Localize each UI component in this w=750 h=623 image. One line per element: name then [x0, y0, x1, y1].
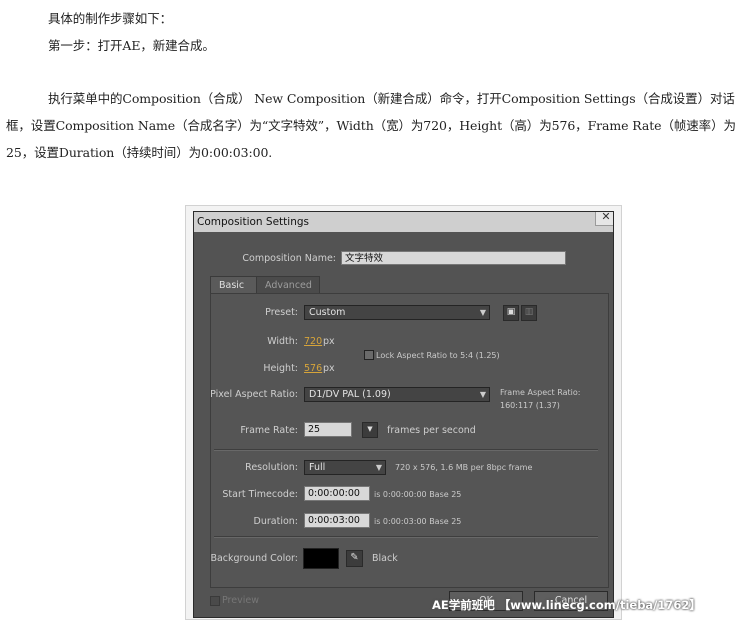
- pixel-aspect-label: Pixel Aspect Ratio:: [210, 389, 298, 400]
- resolution-label: Resolution:: [245, 462, 298, 473]
- duration-info: is 0:00:03:00 Base 25: [374, 517, 462, 526]
- pixel-aspect-dropdown[interactable]: D1/DV PAL (1.09) ▼: [304, 387, 490, 402]
- instruction-paragraph: 执行菜单中的Composition（合成） New Composition（新建…: [6, 91, 736, 160]
- height-label: Height:: [263, 363, 298, 374]
- pixel-aspect-value: D1/DV PAL (1.09): [309, 389, 391, 400]
- width-value[interactable]: 720: [304, 336, 322, 347]
- start-timecode-info: is 0:00:00:00 Base 25: [374, 490, 462, 499]
- resolution-value: Full: [309, 462, 326, 473]
- chevron-down-icon[interactable]: ▼: [362, 422, 378, 438]
- save-preset-icon[interactable]: ▣: [503, 305, 519, 321]
- divider: [214, 449, 598, 451]
- intro-line: 具体的制作步骤如下：: [48, 11, 173, 26]
- tab-basic[interactable]: Basic: [210, 276, 257, 293]
- background-color-name: Black: [372, 553, 398, 564]
- eyedropper-icon[interactable]: ✎: [346, 550, 363, 567]
- preview-checkbox[interactable]: [210, 596, 220, 606]
- chevron-down-icon: ▼: [479, 308, 486, 317]
- lock-aspect-label: Lock Aspect Ratio to 5:4 (1.25): [376, 351, 500, 360]
- frame-aspect-label: Frame Aspect Ratio:: [500, 388, 581, 397]
- dialog-title: Composition Settings: [194, 212, 613, 232]
- tab-advanced[interactable]: Advanced: [256, 276, 320, 293]
- frame-rate-input[interactable]: 25: [304, 422, 352, 437]
- start-timecode-label: Start Timecode:: [222, 489, 298, 500]
- divider: [214, 536, 598, 538]
- background-color-swatch[interactable]: [303, 548, 339, 569]
- comp-name-label: Composition Name:: [242, 253, 336, 264]
- preset-dropdown[interactable]: Custom ▼: [304, 305, 490, 320]
- comp-name-input[interactable]: 文字特效: [341, 251, 566, 265]
- height-value[interactable]: 576: [304, 363, 322, 374]
- composition-settings-dialog: Composition Settings ✕ Composition Name:…: [193, 211, 614, 618]
- step-one-line: 第一步：打开AE，新建合成。: [48, 38, 215, 53]
- resolution-dropdown[interactable]: Full ▼: [304, 460, 386, 475]
- watermark: AE学前班吧 【www.linecg.com/tieba/1762】: [432, 598, 701, 612]
- height-unit: px: [323, 363, 335, 374]
- lock-aspect-checkbox[interactable]: [364, 350, 374, 360]
- preview-label: Preview: [222, 595, 259, 606]
- close-icon[interactable]: ✕: [595, 212, 613, 226]
- background-color-label: Background Color:: [210, 553, 298, 564]
- resolution-info: 720 x 576, 1.6 MB per 8bpc frame: [395, 463, 533, 472]
- frame-rate-label: Frame Rate:: [240, 425, 298, 436]
- frame-rate-unit: frames per second: [387, 425, 476, 436]
- duration-input[interactable]: 0:00:03:00: [304, 513, 370, 528]
- trash-icon[interactable]: ▥: [521, 305, 537, 321]
- width-label: Width:: [267, 336, 298, 347]
- preset-value: Custom: [309, 307, 346, 318]
- chevron-down-icon: ▼: [375, 463, 382, 472]
- width-unit: px: [323, 336, 335, 347]
- chevron-down-icon: ▼: [479, 390, 486, 399]
- preset-label: Preset:: [265, 307, 298, 318]
- start-timecode-input[interactable]: 0:00:00:00: [304, 486, 370, 501]
- frame-aspect-value: 160:117 (1.37): [500, 401, 560, 410]
- duration-label: Duration:: [253, 516, 298, 527]
